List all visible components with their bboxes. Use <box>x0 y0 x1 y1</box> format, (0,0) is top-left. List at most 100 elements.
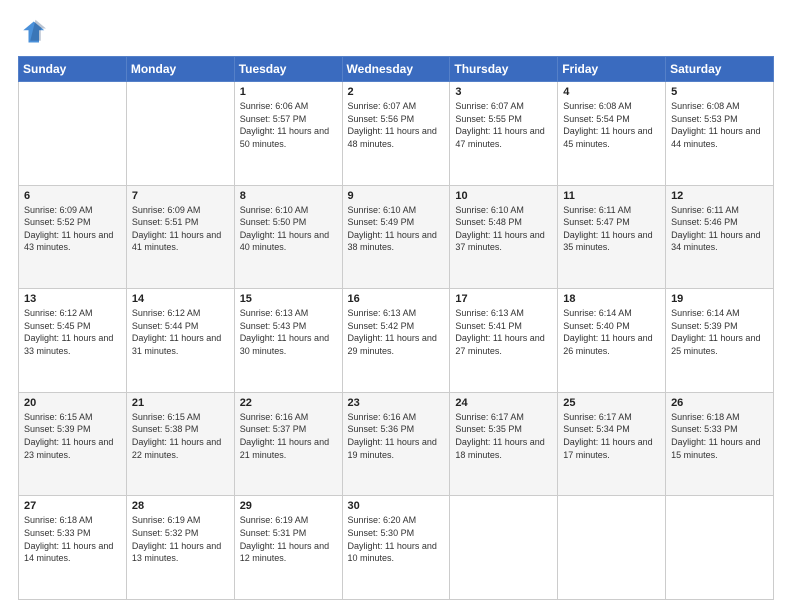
day-info: Sunrise: 6:17 AMSunset: 5:34 PMDaylight:… <box>563 411 660 461</box>
calendar-cell: 11Sunrise: 6:11 AMSunset: 5:47 PMDayligh… <box>558 185 666 289</box>
week-row-3: 20 Sunrise: 6:15 AMSunset: 5:39 PMDayligh… <box>19 392 774 496</box>
day-number: 14 <box>132 293 229 305</box>
calendar-cell: 28 Sunrise: 6:19 AMSunset: 5:32 PMDayligh… <box>126 496 234 600</box>
calendar-cell: 6 Sunrise: 6:09 AMSunset: 5:52 PMDaylight… <box>19 185 127 289</box>
calendar-cell: 23 Sunrise: 6:16 AMSunset: 5:36 PMDayligh… <box>342 392 450 496</box>
day-number: 5 <box>671 86 768 98</box>
calendar-cell <box>666 496 774 600</box>
column-header-wednesday: Wednesday <box>342 57 450 82</box>
day-info: Sunrise: 6:19 AMSunset: 5:31 PMDaylight:… <box>240 514 337 564</box>
day-number: 26 <box>671 397 768 409</box>
calendar-cell: 4Sunrise: 6:08 AMSunset: 5:54 PMDaylight… <box>558 82 666 186</box>
day-info: Sunrise: 6:18 AMSunset: 5:33 PMDaylight:… <box>671 411 768 461</box>
calendar-cell: 25 Sunrise: 6:17 AMSunset: 5:34 PMDayligh… <box>558 392 666 496</box>
day-number: 29 <box>240 500 337 512</box>
calendar-cell: 5Sunrise: 6:08 AMSunset: 5:53 PMDaylight… <box>666 82 774 186</box>
day-info: Sunrise: 6:07 AMSunset: 5:55 PMDaylight:… <box>455 100 552 150</box>
day-number: 27 <box>24 500 121 512</box>
day-info: Sunrise: 6:14 AMSunset: 5:40 PMDaylight:… <box>563 307 660 357</box>
calendar-cell: 14 Sunrise: 6:12 AMSunset: 5:44 PMDayligh… <box>126 289 234 393</box>
calendar-cell: 13Sunrise: 6:12 AMSunset: 5:45 PMDayligh… <box>19 289 127 393</box>
day-number: 11 <box>563 190 660 202</box>
day-number: 17 <box>455 293 552 305</box>
day-info: Sunrise: 6:13 AMSunset: 5:43 PMDaylight:… <box>240 307 337 357</box>
calendar-cell: 17 Sunrise: 6:13 AMSunset: 5:41 PMDayligh… <box>450 289 558 393</box>
day-number: 10 <box>455 190 552 202</box>
day-info: Sunrise: 6:11 AMSunset: 5:46 PMDaylight:… <box>671 204 768 254</box>
day-info: Sunrise: 6:09 AMSunset: 5:51 PMDaylight:… <box>132 204 229 254</box>
day-number: 30 <box>348 500 445 512</box>
day-info: Sunrise: 6:12 AMSunset: 5:44 PMDaylight:… <box>132 307 229 357</box>
day-number: 21 <box>132 397 229 409</box>
day-number: 23 <box>348 397 445 409</box>
calendar: SundayMondayTuesdayWednesdayThursdayFrid… <box>18 56 774 600</box>
column-header-tuesday: Tuesday <box>234 57 342 82</box>
calendar-cell: 18 Sunrise: 6:14 AMSunset: 5:40 PMDayligh… <box>558 289 666 393</box>
day-number: 9 <box>348 190 445 202</box>
day-number: 15 <box>240 293 337 305</box>
day-info: Sunrise: 6:18 AMSunset: 5:33 PMDaylight:… <box>24 514 121 564</box>
calendar-cell: 3 Sunrise: 6:07 AMSunset: 5:55 PMDaylight… <box>450 82 558 186</box>
calendar-cell: 27 Sunrise: 6:18 AMSunset: 5:33 PMDayligh… <box>19 496 127 600</box>
column-header-thursday: Thursday <box>450 57 558 82</box>
day-info: Sunrise: 6:16 AMSunset: 5:36 PMDaylight:… <box>348 411 445 461</box>
week-row-1: 6 Sunrise: 6:09 AMSunset: 5:52 PMDaylight… <box>19 185 774 289</box>
calendar-cell <box>558 496 666 600</box>
calendar-cell: 20 Sunrise: 6:15 AMSunset: 5:39 PMDayligh… <box>19 392 127 496</box>
day-number: 6 <box>24 190 121 202</box>
day-info: Sunrise: 6:19 AMSunset: 5:32 PMDaylight:… <box>132 514 229 564</box>
calendar-cell: 29 Sunrise: 6:19 AMSunset: 5:31 PMDayligh… <box>234 496 342 600</box>
calendar-cell: 21 Sunrise: 6:15 AMSunset: 5:38 PMDayligh… <box>126 392 234 496</box>
calendar-cell: 19 Sunrise: 6:14 AMSunset: 5:39 PMDayligh… <box>666 289 774 393</box>
logo <box>18 18 50 46</box>
week-row-0: 1Sunrise: 6:06 AMSunset: 5:57 PMDaylight… <box>19 82 774 186</box>
day-number: 12 <box>671 190 768 202</box>
calendar-cell: 9 Sunrise: 6:10 AMSunset: 5:49 PMDaylight… <box>342 185 450 289</box>
day-number: 3 <box>455 86 552 98</box>
column-header-sunday: Sunday <box>19 57 127 82</box>
calendar-cell: 8 Sunrise: 6:10 AMSunset: 5:50 PMDaylight… <box>234 185 342 289</box>
day-info: Sunrise: 6:20 AMSunset: 5:30 PMDaylight:… <box>348 514 445 564</box>
calendar-cell <box>126 82 234 186</box>
day-info: Sunrise: 6:12 AMSunset: 5:45 PMDaylight:… <box>24 307 121 357</box>
calendar-cell: 10Sunrise: 6:10 AMSunset: 5:48 PMDayligh… <box>450 185 558 289</box>
logo-icon <box>18 18 46 46</box>
calendar-cell: 12 Sunrise: 6:11 AMSunset: 5:46 PMDayligh… <box>666 185 774 289</box>
day-info: Sunrise: 6:13 AMSunset: 5:41 PMDaylight:… <box>455 307 552 357</box>
day-info: Sunrise: 6:09 AMSunset: 5:52 PMDaylight:… <box>24 204 121 254</box>
day-number: 7 <box>132 190 229 202</box>
day-number: 25 <box>563 397 660 409</box>
calendar-cell: 16 Sunrise: 6:13 AMSunset: 5:42 PMDayligh… <box>342 289 450 393</box>
day-info: Sunrise: 6:07 AMSunset: 5:56 PMDaylight:… <box>348 100 445 150</box>
day-info: Sunrise: 6:17 AMSunset: 5:35 PMDaylight:… <box>455 411 552 461</box>
page: SundayMondayTuesdayWednesdayThursdayFrid… <box>0 0 792 612</box>
calendar-cell <box>450 496 558 600</box>
column-header-saturday: Saturday <box>666 57 774 82</box>
day-info: Sunrise: 6:10 AMSunset: 5:50 PMDaylight:… <box>240 204 337 254</box>
day-info: Sunrise: 6:10 AMSunset: 5:49 PMDaylight:… <box>348 204 445 254</box>
day-number: 19 <box>671 293 768 305</box>
day-number: 2 <box>348 86 445 98</box>
day-number: 1 <box>240 86 337 98</box>
day-info: Sunrise: 6:14 AMSunset: 5:39 PMDaylight:… <box>671 307 768 357</box>
calendar-cell <box>19 82 127 186</box>
day-info: Sunrise: 6:15 AMSunset: 5:38 PMDaylight:… <box>132 411 229 461</box>
calendar-cell: 22Sunrise: 6:16 AMSunset: 5:37 PMDayligh… <box>234 392 342 496</box>
header <box>18 18 774 46</box>
week-row-2: 13Sunrise: 6:12 AMSunset: 5:45 PMDayligh… <box>19 289 774 393</box>
day-info: Sunrise: 6:15 AMSunset: 5:39 PMDaylight:… <box>24 411 121 461</box>
day-number: 20 <box>24 397 121 409</box>
column-header-monday: Monday <box>126 57 234 82</box>
day-info: Sunrise: 6:13 AMSunset: 5:42 PMDaylight:… <box>348 307 445 357</box>
week-row-4: 27 Sunrise: 6:18 AMSunset: 5:33 PMDayligh… <box>19 496 774 600</box>
calendar-cell: 15 Sunrise: 6:13 AMSunset: 5:43 PMDayligh… <box>234 289 342 393</box>
day-info: Sunrise: 6:16 AMSunset: 5:37 PMDaylight:… <box>240 411 337 461</box>
calendar-cell: 30 Sunrise: 6:20 AMSunset: 5:30 PMDayligh… <box>342 496 450 600</box>
column-header-friday: Friday <box>558 57 666 82</box>
day-number: 8 <box>240 190 337 202</box>
day-number: 16 <box>348 293 445 305</box>
header-row: SundayMondayTuesdayWednesdayThursdayFrid… <box>19 57 774 82</box>
day-number: 28 <box>132 500 229 512</box>
day-number: 24 <box>455 397 552 409</box>
day-number: 18 <box>563 293 660 305</box>
